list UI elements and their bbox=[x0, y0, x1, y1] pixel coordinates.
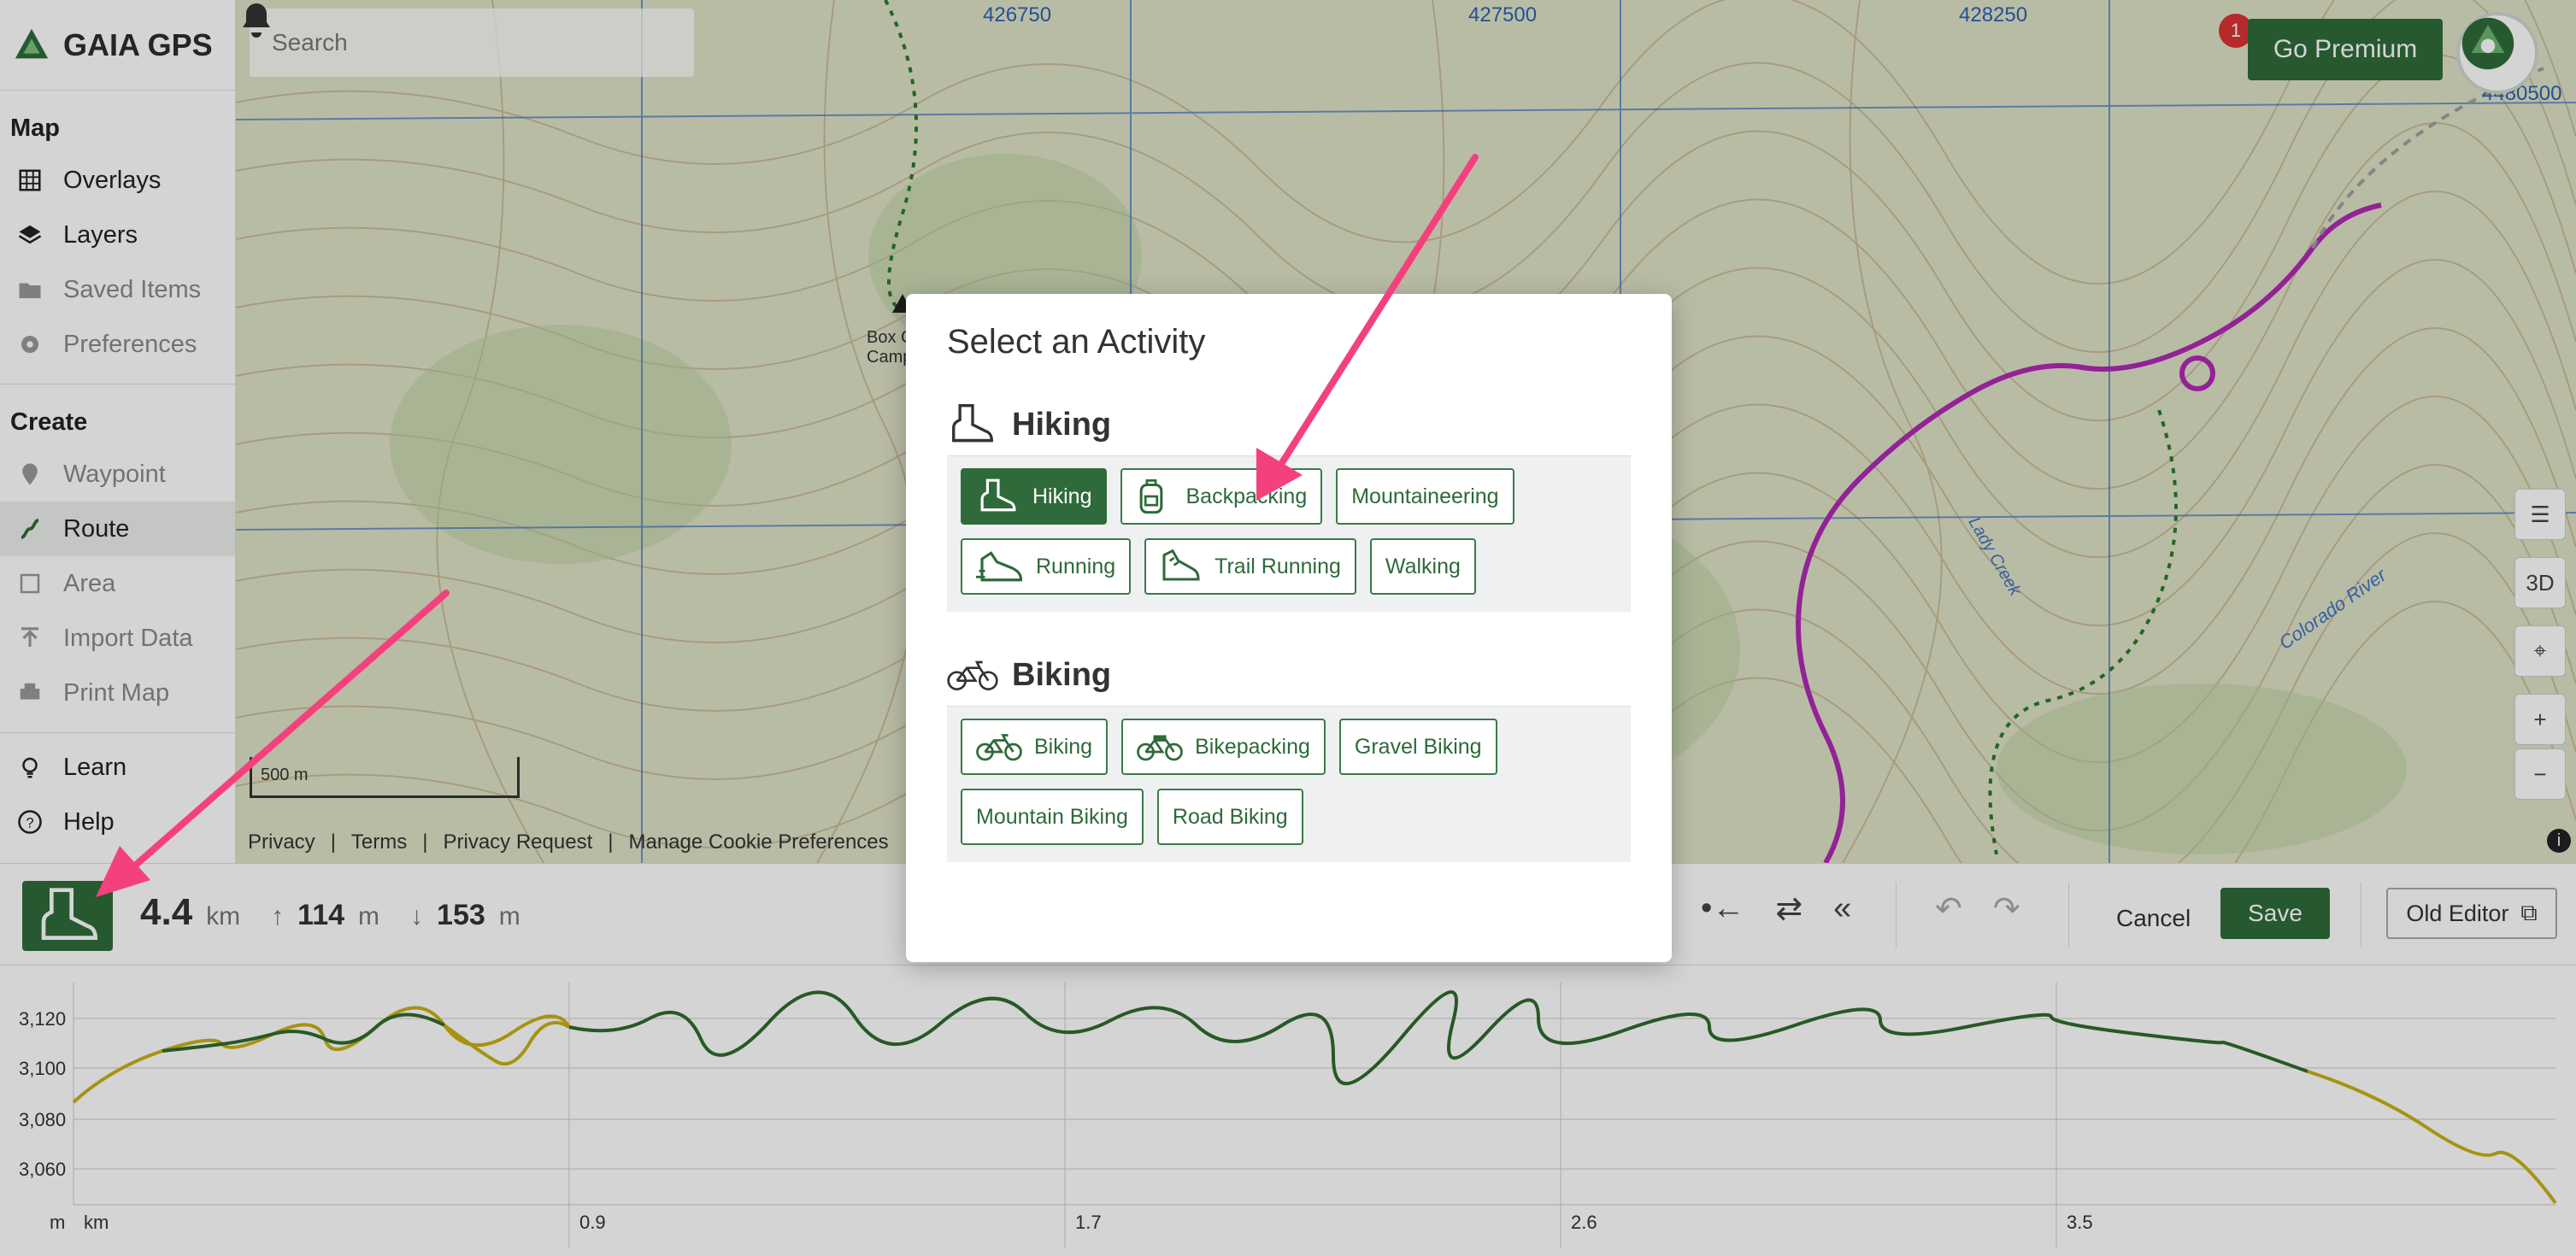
activity-option-gravel-biking[interactable]: Gravel Biking bbox=[1338, 719, 1497, 775]
select-activity-modal: Select an Activity Hiking Hiking Backpac… bbox=[906, 294, 1672, 962]
group-heading-label: Hiking bbox=[1012, 406, 1112, 443]
activity-option-label: Hiking bbox=[1032, 484, 1092, 508]
activity-option-bikepacking[interactable]: Bikepacking bbox=[1121, 719, 1326, 775]
backpack-icon bbox=[1140, 479, 1163, 514]
running-shoe-icon bbox=[976, 551, 1023, 582]
boot-icon bbox=[952, 404, 993, 443]
activity-option-label: Running bbox=[1036, 554, 1116, 578]
activity-option-backpacking[interactable]: Backpacking bbox=[1120, 468, 1323, 525]
activity-option-label: Gravel Biking bbox=[1354, 734, 1482, 759]
activity-option-biking[interactable]: Biking bbox=[961, 719, 1109, 775]
activity-option-mountaineering[interactable]: Mountaineering bbox=[1336, 468, 1514, 525]
group-heading-label: Biking bbox=[1012, 656, 1112, 693]
activity-option-walking[interactable]: Walking bbox=[1369, 538, 1476, 595]
group-heading-hiking: Hiking bbox=[947, 394, 1631, 455]
boot-icon bbox=[980, 478, 1016, 512]
bike-icon bbox=[976, 734, 1022, 761]
activity-option-label: Walking bbox=[1385, 554, 1461, 578]
activity-option-label: Trail Running bbox=[1214, 554, 1341, 578]
trail-shoe-icon bbox=[1162, 549, 1200, 581]
hiking-activity-group: Hiking Backpacking Mountaineering Runnin… bbox=[947, 455, 1631, 612]
activity-option-trail-running[interactable]: Trail Running bbox=[1144, 538, 1356, 595]
activity-option-running[interactable]: Running bbox=[961, 538, 1132, 595]
biking-activity-group: Biking Bikepacking Gravel Biking Mountai… bbox=[947, 706, 1631, 862]
bike-icon bbox=[947, 660, 998, 690]
activity-option-label: Bikepacking bbox=[1195, 734, 1310, 759]
bikepack-icon bbox=[1137, 735, 1183, 761]
activity-option-label: Road Biking bbox=[1172, 804, 1288, 829]
activity-option-label: Backpacking bbox=[1185, 484, 1308, 508]
activity-option-road-biking[interactable]: Road Biking bbox=[1156, 789, 1303, 845]
activity-option-label: Mountain Biking bbox=[976, 804, 1128, 829]
activity-option-mountain-biking[interactable]: Mountain Biking bbox=[961, 789, 1144, 845]
activity-option-label: Mountaineering bbox=[1351, 484, 1499, 508]
group-heading-biking: Biking bbox=[947, 644, 1631, 706]
activity-option-label: Biking bbox=[1034, 734, 1093, 759]
modal-title: Select an Activity bbox=[947, 323, 1206, 361]
activity-option-hiking[interactable]: Hiking bbox=[961, 468, 1108, 525]
